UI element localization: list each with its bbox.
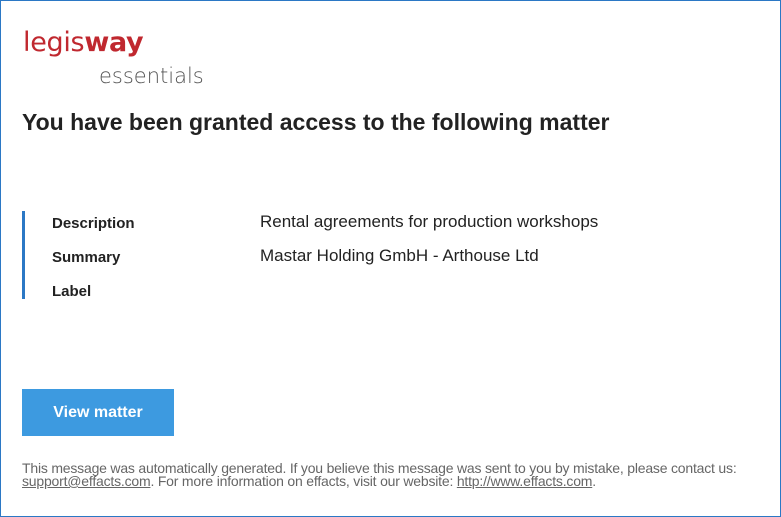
description-value: Rental agreements for production worksho… xyxy=(260,212,599,231)
matter-details: Description Rental agreements for produc… xyxy=(22,211,725,300)
detail-row-label: Label xyxy=(25,283,725,303)
detail-row-description: Description Rental agreements for produc… xyxy=(25,212,725,235)
detail-row-summary: Summary Mastar Holding GmbH - Arthouse L… xyxy=(25,246,725,269)
page-title: You have been granted access to the foll… xyxy=(22,109,610,135)
description-label: Description xyxy=(52,215,135,232)
logo-essentials-text: essentials xyxy=(99,64,204,88)
support-email-link[interactable]: support@effacts.com xyxy=(22,473,151,489)
footer-text-3: . xyxy=(592,473,596,489)
footer-notice: This message was automatically generated… xyxy=(22,461,781,489)
view-matter-button[interactable]: View matter xyxy=(22,389,174,436)
email-frame: legisway essentials You have been grante… xyxy=(0,0,781,517)
website-link[interactable]: http://www.effacts.com xyxy=(457,473,593,489)
footer-text-2: . For more information on effacts, visit… xyxy=(150,473,457,489)
logo-legis-text: legis xyxy=(23,27,85,58)
logo-wordmark: legisway xyxy=(23,27,144,58)
legisway-logo: legisway essentials xyxy=(23,27,204,87)
summary-value: Mastar Holding GmbH - Arthouse Ltd xyxy=(260,246,539,265)
label-label: Label xyxy=(52,283,92,300)
summary-label: Summary xyxy=(52,249,121,266)
logo-way-text: way xyxy=(84,27,144,58)
